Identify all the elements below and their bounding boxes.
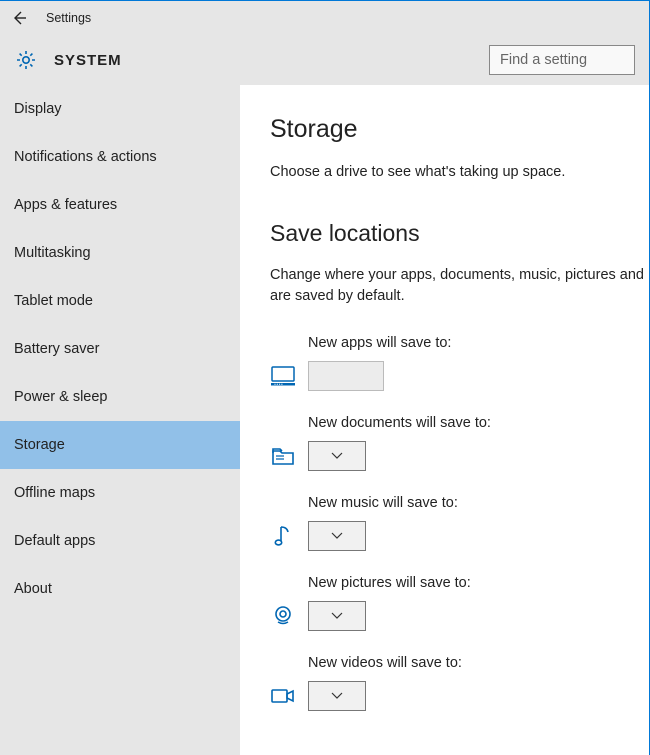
chevron-down-icon <box>331 692 343 700</box>
page-description: Choose a drive to see what's taking up s… <box>270 164 649 180</box>
system-label: SYSTEM <box>54 52 122 69</box>
titlebar-title: Settings <box>46 11 91 25</box>
save-label-documents: New documents will save to: <box>308 415 649 431</box>
page-heading: Storage <box>270 115 649 144</box>
save-row-music: New music will save to: <box>270 495 649 551</box>
camera-icon <box>270 605 296 627</box>
save-row-documents: New documents will save to: <box>270 415 649 471</box>
search-input[interactable]: Find a setting <box>489 45 635 75</box>
sidebar-item-battery-saver[interactable]: Battery saver <box>0 325 240 373</box>
sidebar-item-display[interactable]: Display <box>0 85 240 133</box>
sidebar-item-apps-features[interactable]: Apps & features <box>0 181 240 229</box>
search-placeholder: Find a setting <box>500 52 587 68</box>
save-label-videos: New videos will save to: <box>308 655 649 671</box>
sidebar-item-default-apps[interactable]: Default apps <box>0 517 240 565</box>
save-row-pictures: New pictures will save to: <box>270 575 649 631</box>
sidebar-item-notifications[interactable]: Notifications & actions <box>0 133 240 181</box>
sidebar-item-tablet-mode[interactable]: Tablet mode <box>0 277 240 325</box>
music-note-icon <box>270 524 296 548</box>
gear-icon <box>14 48 38 72</box>
videos-drive-dropdown[interactable] <box>308 681 366 711</box>
monitor-icon <box>270 366 296 386</box>
save-label-pictures: New pictures will save to: <box>308 575 649 591</box>
header: SYSTEM Find a setting <box>0 35 649 85</box>
chevron-down-icon <box>331 532 343 540</box>
back-button[interactable] <box>10 9 28 27</box>
documents-drive-dropdown[interactable] <box>308 441 366 471</box>
sidebar-item-offline-maps[interactable]: Offline maps <box>0 469 240 517</box>
save-locations-heading: Save locations <box>270 220 649 247</box>
sidebar-item-multitasking[interactable]: Multitasking <box>0 229 240 277</box>
sidebar: Display Notifications & actions Apps & f… <box>0 85 240 755</box>
save-locations-description: Change where your apps, documents, music… <box>270 265 649 307</box>
sidebar-item-storage[interactable]: Storage <box>0 421 240 469</box>
titlebar: Settings <box>0 1 649 35</box>
video-camera-icon <box>270 688 296 704</box>
chevron-down-icon <box>331 452 343 460</box>
main-panel: Storage Choose a drive to see what's tak… <box>240 85 649 755</box>
save-label-music: New music will save to: <box>308 495 649 511</box>
save-label-apps: New apps will save to: <box>308 335 649 351</box>
folder-icon <box>270 446 296 466</box>
music-drive-dropdown[interactable] <box>308 521 366 551</box>
sidebar-item-about[interactable]: About <box>0 565 240 613</box>
chevron-down-icon <box>331 612 343 620</box>
apps-drive-dropdown <box>308 361 384 391</box>
sidebar-item-power-sleep[interactable]: Power & sleep <box>0 373 240 421</box>
pictures-drive-dropdown[interactable] <box>308 601 366 631</box>
save-row-videos: New videos will save to: <box>270 655 649 711</box>
save-row-apps: New apps will save to: <box>270 335 649 391</box>
